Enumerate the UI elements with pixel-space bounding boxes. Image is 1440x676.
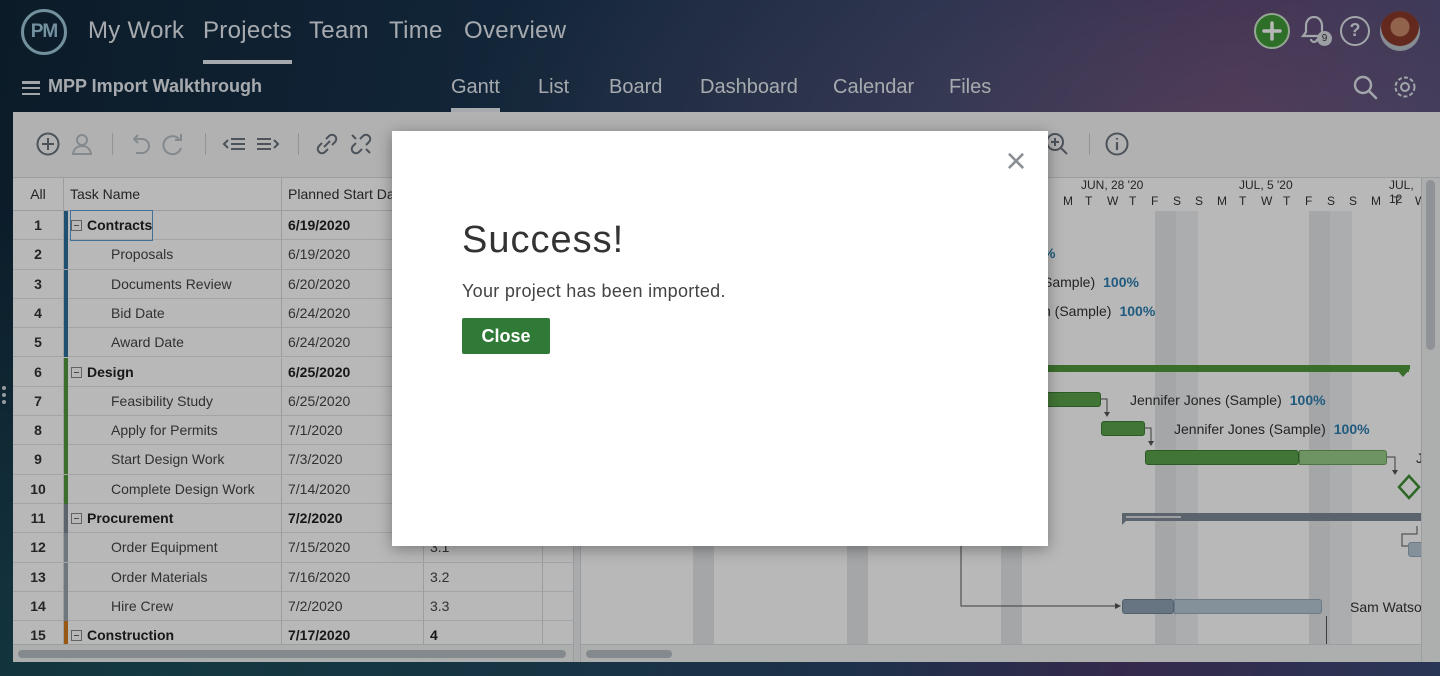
success-dialog: × Success! Your project has been importe… [392,131,1048,546]
dialog-title: Success! [462,219,625,261]
close-icon[interactable]: × [1002,143,1030,179]
dialog-message: Your project has been imported. [462,281,726,301]
close-button[interactable]: Close [462,318,550,354]
